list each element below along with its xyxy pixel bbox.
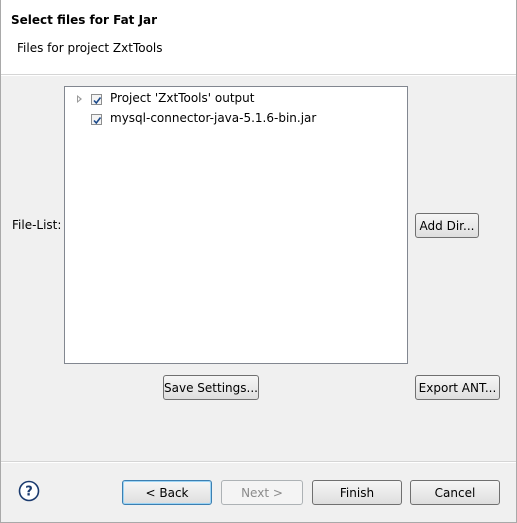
svg-text:?: ? xyxy=(25,485,33,500)
save-settings-button[interactable]: Save Settings... xyxy=(163,375,259,400)
chevron-right-icon[interactable] xyxy=(76,95,84,103)
back-button[interactable]: < Back xyxy=(122,480,212,505)
cancel-button[interactable]: Cancel xyxy=(410,480,500,505)
footer-divider-highlight xyxy=(1,462,516,463)
checkbox-checked-icon[interactable] xyxy=(91,114,102,125)
next-button[interactable]: Next > xyxy=(221,480,303,505)
header-divider xyxy=(1,75,516,76)
export-ant-button[interactable]: Export ANT... xyxy=(415,375,500,400)
tree-item-label: Project 'ZxtTools' output xyxy=(110,91,255,105)
help-icon[interactable]: ? xyxy=(18,480,40,502)
finish-button[interactable]: Finish xyxy=(312,480,402,505)
file-list-tree[interactable]: Project 'ZxtTools' output mysql-connecto… xyxy=(64,86,408,364)
wizard-header: Select files for Fat Jar Files for proje… xyxy=(1,0,516,75)
file-list-label: File-List: xyxy=(12,218,62,232)
checkbox-checked-icon[interactable] xyxy=(91,94,102,105)
add-dir-button[interactable]: Add Dir... xyxy=(415,213,479,238)
tree-item-label: mysql-connector-java-5.1.6-bin.jar xyxy=(110,111,317,125)
tree-item-project-output[interactable]: Project 'ZxtTools' output xyxy=(65,90,405,108)
page-description: Files for project ZxtTools xyxy=(17,41,163,55)
tree-item-mysql-jar[interactable]: mysql-connector-java-5.1.6-bin.jar xyxy=(65,110,405,128)
page-title: Select files for Fat Jar xyxy=(11,13,158,27)
